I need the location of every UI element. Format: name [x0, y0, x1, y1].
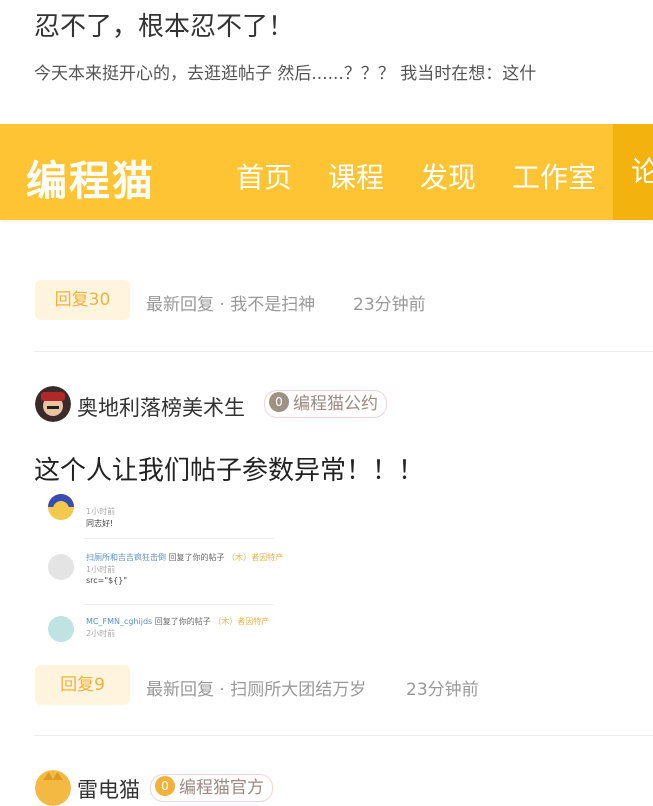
notification-action: 回复了你的帖子: [154, 617, 211, 626]
nav-item-studio[interactable]: 工作室: [512, 156, 596, 196]
avatar[interactable]: [35, 770, 71, 806]
post-image[interactable]: 1小时前 同志好! 扫厕所和吉吉疯狂击倒 回复了你的帖子 （木）者因特产 1小时…: [40, 494, 283, 644]
notification-body: src="${}": [86, 576, 128, 585]
avatar[interactable]: [35, 386, 71, 422]
notification-time: 1小时前: [86, 507, 116, 516]
latest-reply[interactable]: 最新回复 · 扫厕所大团结万岁: [146, 675, 366, 700]
notification-post: （木）者因特产: [213, 617, 270, 626]
user-tag: 0 编程猫公约: [264, 390, 387, 418]
reply-count-badge[interactable]: 回复30: [35, 280, 130, 320]
divider: [84, 538, 274, 539]
notification-user-name: MC_FMN_cghijds: [86, 617, 153, 626]
post-divider: [34, 735, 653, 736]
notification-time: 2小时前: [86, 629, 116, 638]
notification-time: 1小时前: [86, 565, 116, 574]
brand-logo[interactable]: 编程猫: [26, 147, 155, 207]
level-icon: 0: [269, 392, 289, 412]
nav-item-discover[interactable]: 发现: [420, 156, 476, 196]
post-excerpt[interactable]: 今天本来挺开心的，去逛逛帖子 然后......？？？ 我当时在想：这什: [34, 59, 536, 84]
notification-user: 扫厕所和吉吉疯狂击倒 回复了你的帖子 （木）者因特产: [86, 552, 283, 563]
post-divider: [34, 351, 653, 352]
user-tag-label: 编程猫官方: [179, 778, 264, 798]
post-title[interactable]: 忍不了，根本忍不了！: [34, 6, 294, 43]
post-title[interactable]: 这个人让我们帖子参数异常！！！: [34, 450, 424, 487]
divider: [84, 604, 274, 605]
notification-action: 回复了你的帖子: [168, 553, 225, 562]
reply-count-badge[interactable]: 回复9: [35, 665, 130, 705]
user-tag-label: 编程猫公约: [293, 394, 378, 414]
nav-item-home[interactable]: 首页: [236, 156, 292, 196]
avatar: [48, 554, 74, 580]
notification-user: MC_FMN_cghijds 回复了你的帖子 （木）者因特产: [86, 616, 269, 627]
user-tag: 0 编程猫官方: [150, 774, 273, 802]
top-navbar: 编程猫 首页 课程 发现 工作室 论: [0, 124, 653, 220]
nav-item-forum[interactable]: 论: [613, 124, 653, 220]
author-name[interactable]: 雷电猫: [77, 774, 140, 804]
author-name[interactable]: 奥地利落榜美术生: [77, 392, 245, 422]
avatar: [48, 494, 74, 520]
notification-post: （木）者因特产: [227, 553, 284, 562]
nav-item-courses[interactable]: 课程: [328, 156, 384, 196]
reply-time: 23分钟前: [353, 295, 426, 315]
notification-user-name: 扫厕所和吉吉疯狂击倒: [86, 553, 166, 562]
notification-body: 同志好!: [86, 519, 114, 528]
level-icon: 0: [155, 776, 175, 796]
avatar: [48, 616, 74, 642]
latest-reply[interactable]: 最新回复 · 我不是扫神: [146, 290, 315, 315]
reply-time: 23分钟前: [406, 680, 479, 700]
